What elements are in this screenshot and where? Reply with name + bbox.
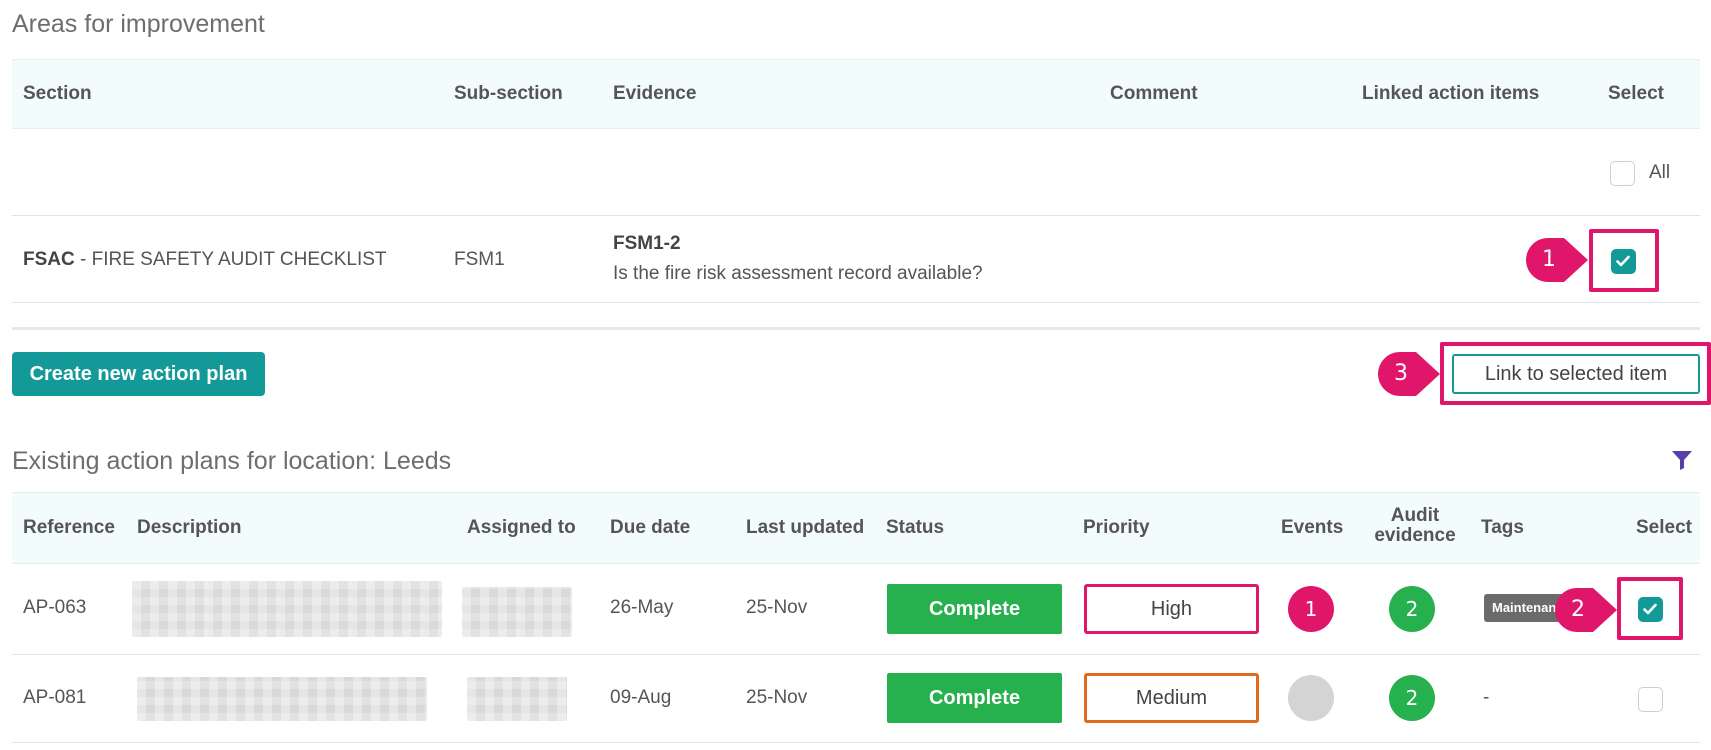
col-section: Section: [23, 83, 92, 104]
status-badge: Complete: [887, 673, 1062, 723]
row-divider: [12, 742, 1700, 743]
col-select: Select: [1608, 83, 1664, 104]
priority-badge: High: [1084, 584, 1259, 634]
col-comment: Comment: [1110, 83, 1198, 104]
highlight-box-step2: [1617, 577, 1683, 640]
col-linked-action-items: Linked action items: [1362, 83, 1540, 104]
callout-step1: 1: [1524, 236, 1590, 284]
evidence-code: FSM1-2: [613, 233, 681, 254]
events-count-badge[interactable]: [1288, 675, 1334, 721]
redacted-assignee: [467, 677, 567, 721]
select-all-label: All: [1649, 162, 1671, 183]
row-reference: AP-063: [23, 597, 87, 618]
row-due-date: 26-May: [610, 597, 674, 618]
col-audit-evidence-line2: evidence: [1374, 525, 1456, 546]
col-assigned-to: Assigned to: [467, 517, 576, 538]
select-all-checkbox[interactable]: [1610, 161, 1635, 186]
highlight-box-step3: [1440, 342, 1711, 405]
row-due-date: 09-Aug: [610, 687, 672, 708]
row-divider: [12, 215, 1700, 216]
callout-step2: 2: [1553, 586, 1619, 634]
col-status: Status: [886, 517, 945, 538]
section-name: - FIRE SAFETY AUDIT CHECKLIST: [80, 249, 387, 270]
col-last-updated: Last updated: [746, 517, 865, 538]
events-count-badge[interactable]: 1: [1288, 586, 1334, 632]
row-last-updated: 25-Nov: [746, 687, 808, 708]
audit-evidence-count-badge[interactable]: 2: [1389, 675, 1435, 721]
col-audit-evidence: Audit evidence: [1372, 506, 1458, 546]
evidence-question: Is the fire risk assessment record avail…: [613, 263, 983, 284]
row-last-updated: 25-Nov: [746, 597, 808, 618]
row-reference: AP-081: [23, 687, 87, 708]
callout-step1-number: 1: [1542, 247, 1556, 272]
redacted-description: [132, 581, 442, 637]
col-description: Description: [137, 517, 242, 538]
col-subsection: Sub-section: [454, 83, 563, 104]
col-audit-evidence-line1: Audit: [1390, 505, 1440, 526]
redacted-description: [137, 677, 427, 721]
audit-evidence-count-badge[interactable]: 2: [1389, 586, 1435, 632]
filter-icon[interactable]: [1671, 449, 1693, 471]
priority-badge: Medium: [1084, 673, 1259, 723]
tag-empty: -: [1483, 687, 1490, 708]
improvement-row-subsection: FSM1: [454, 249, 505, 270]
col-priority: Priority: [1083, 517, 1150, 538]
action-row-checkbox[interactable]: [1638, 687, 1663, 712]
col-reference: Reference: [23, 517, 115, 538]
row-divider: [12, 302, 1700, 303]
create-action-plan-button[interactable]: Create new action plan: [12, 352, 265, 396]
callout-step3: 3: [1376, 350, 1442, 398]
row-divider: [12, 654, 1700, 655]
col-select-actions: Select: [1636, 517, 1692, 538]
improvement-row-section: FSAC - FIRE SAFETY AUDIT CHECKLIST: [23, 249, 387, 271]
section-code: FSAC: [23, 249, 75, 270]
col-due-date: Due date: [610, 517, 691, 538]
callout-step3-number: 3: [1394, 361, 1408, 386]
col-evidence: Evidence: [613, 83, 697, 104]
callout-step2-number: 2: [1571, 597, 1585, 622]
section-divider: [12, 327, 1700, 330]
existing-plans-title: Existing action plans for location: Leed…: [12, 447, 452, 475]
col-events: Events: [1281, 517, 1344, 538]
status-badge: Complete: [887, 584, 1062, 634]
highlight-box-step1: [1589, 229, 1659, 292]
redacted-assignee: [462, 587, 572, 637]
improvement-title: Areas for improvement: [12, 10, 265, 38]
col-tags: Tags: [1481, 517, 1524, 538]
